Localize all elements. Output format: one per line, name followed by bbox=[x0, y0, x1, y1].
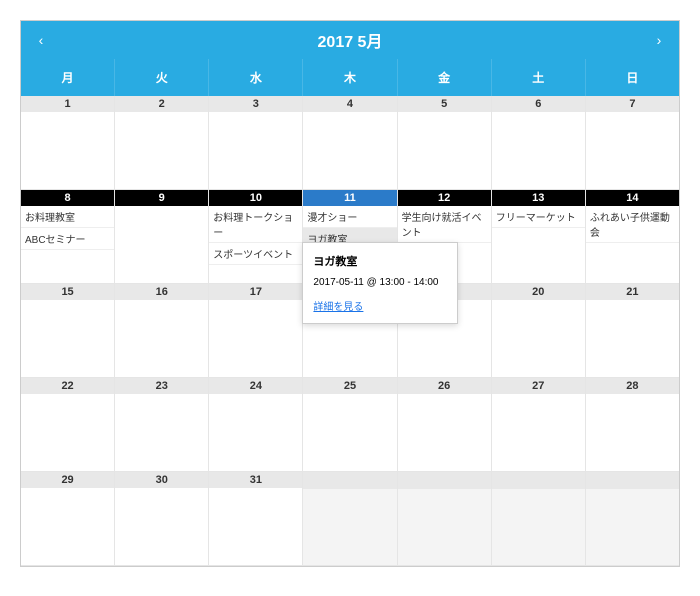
date-number: 15 bbox=[21, 284, 114, 300]
date-number: 29 bbox=[21, 472, 114, 488]
event-item[interactable]: スポーツイベント bbox=[209, 243, 302, 265]
date-number: 13 bbox=[492, 190, 585, 206]
date-number: 4 bbox=[303, 96, 396, 112]
weekday-wed: 水 bbox=[209, 59, 303, 96]
date-number: 6 bbox=[492, 96, 585, 112]
date-number: 30 bbox=[115, 472, 208, 488]
day-cell[interactable]: 31 bbox=[209, 472, 303, 566]
week-row: 22232425262728 bbox=[21, 378, 679, 472]
day-cell[interactable]: 2 bbox=[115, 96, 209, 190]
weekday-header: 月 火 水 木 金 土 日 bbox=[21, 59, 679, 96]
day-cell[interactable]: 17 bbox=[209, 284, 303, 378]
calendar-header: ‹ 2017 5月 › bbox=[21, 21, 679, 59]
day-cell[interactable]: 29 bbox=[21, 472, 115, 566]
weekday-sat: 土 bbox=[492, 59, 586, 96]
date-number: 1 bbox=[21, 96, 114, 112]
date-number: 11 bbox=[303, 190, 396, 206]
day-cell[interactable] bbox=[303, 472, 397, 566]
date-number: 9 bbox=[115, 190, 208, 206]
date-number: 16 bbox=[115, 284, 208, 300]
day-cell[interactable]: 4 bbox=[303, 96, 397, 190]
date-number: 14 bbox=[586, 190, 679, 206]
date-number: 20 bbox=[492, 284, 585, 300]
weekday-tue: 火 bbox=[115, 59, 209, 96]
date-number: 3 bbox=[209, 96, 302, 112]
day-cell[interactable]: 26 bbox=[398, 378, 492, 472]
day-cell[interactable]: 11漫才ショーヨガ教室ヨガ教室2017-05-11 @ 13:00 - 14:0… bbox=[303, 190, 397, 284]
tooltip-time: 2017-05-11 @ 13:00 - 14:00 bbox=[313, 277, 447, 288]
day-cell[interactable]: 23 bbox=[115, 378, 209, 472]
day-cell[interactable]: 27 bbox=[492, 378, 586, 472]
week-row: 1234567 bbox=[21, 96, 679, 190]
weekday-sun: 日 bbox=[586, 59, 679, 96]
date-number: 17 bbox=[209, 284, 302, 300]
day-cell[interactable]: 7 bbox=[586, 96, 679, 190]
prev-month-button[interactable]: ‹ bbox=[21, 32, 61, 48]
week-row: 293031 bbox=[21, 472, 679, 566]
date-number: 22 bbox=[21, 378, 114, 394]
day-cell[interactable]: 5 bbox=[398, 96, 492, 190]
day-cell[interactable] bbox=[398, 472, 492, 566]
date-number bbox=[398, 472, 491, 489]
event-item[interactable]: 漫才ショー bbox=[303, 206, 396, 228]
date-number bbox=[492, 472, 585, 489]
tooltip-title: ヨガ教室 bbox=[313, 253, 447, 269]
day-cell[interactable]: 24 bbox=[209, 378, 303, 472]
day-cell[interactable]: 15 bbox=[21, 284, 115, 378]
event-item[interactable]: お料理トークショー bbox=[209, 206, 302, 243]
tooltip-details-link[interactable]: 詳細を見る bbox=[313, 298, 447, 313]
day-cell[interactable]: 3 bbox=[209, 96, 303, 190]
event-tooltip: ヨガ教室 2017-05-11 @ 13:00 - 14:00 詳細を見る bbox=[302, 242, 458, 324]
date-number: 2 bbox=[115, 96, 208, 112]
day-cell[interactable]: 20 bbox=[492, 284, 586, 378]
day-cell[interactable]: 16 bbox=[115, 284, 209, 378]
date-number: 24 bbox=[209, 378, 302, 394]
date-number: 5 bbox=[398, 96, 491, 112]
date-number: 28 bbox=[586, 378, 679, 394]
next-month-button[interactable]: › bbox=[639, 32, 679, 48]
date-number: 31 bbox=[209, 472, 302, 488]
event-item[interactable]: ABCセミナー bbox=[21, 228, 114, 250]
event-item[interactable]: お料理教室 bbox=[21, 206, 114, 228]
day-cell[interactable]: 14ふれあい子供運動会 bbox=[586, 190, 679, 284]
date-number bbox=[303, 472, 396, 489]
weekday-fri: 金 bbox=[398, 59, 492, 96]
day-cell[interactable]: 22 bbox=[21, 378, 115, 472]
day-cell[interactable]: 10お料理トークショースポーツイベント bbox=[209, 190, 303, 284]
calendar: ‹ 2017 5月 › 月 火 水 木 金 土 日 12345678お料理教室A… bbox=[20, 20, 680, 567]
date-number bbox=[586, 472, 679, 489]
day-cell[interactable]: 9 bbox=[115, 190, 209, 284]
day-cell[interactable]: 28 bbox=[586, 378, 679, 472]
date-number: 23 bbox=[115, 378, 208, 394]
date-number: 26 bbox=[398, 378, 491, 394]
day-cell[interactable]: 1 bbox=[21, 96, 115, 190]
calendar-title: 2017 5月 bbox=[61, 28, 639, 52]
day-cell[interactable]: 30 bbox=[115, 472, 209, 566]
week-row: 8お料理教室ABCセミナー910お料理トークショースポーツイベント11漫才ショー… bbox=[21, 190, 679, 284]
weekday-thu: 木 bbox=[303, 59, 397, 96]
day-cell[interactable]: 8お料理教室ABCセミナー bbox=[21, 190, 115, 284]
date-number: 25 bbox=[303, 378, 396, 394]
day-cell[interactable] bbox=[586, 472, 679, 566]
calendar-grid: 12345678お料理教室ABCセミナー910お料理トークショースポーツイベント… bbox=[21, 96, 679, 566]
date-number: 12 bbox=[398, 190, 491, 206]
event-item[interactable]: ふれあい子供運動会 bbox=[586, 206, 679, 243]
weekday-mon: 月 bbox=[21, 59, 115, 96]
event-item[interactable]: フリーマーケット bbox=[492, 206, 585, 228]
day-cell[interactable]: 25 bbox=[303, 378, 397, 472]
day-cell[interactable]: 13フリーマーケット bbox=[492, 190, 586, 284]
date-number: 8 bbox=[21, 190, 114, 206]
day-cell[interactable]: 21 bbox=[586, 284, 679, 378]
event-item[interactable]: 学生向け就活イベント bbox=[398, 206, 491, 243]
date-number: 27 bbox=[492, 378, 585, 394]
date-number: 21 bbox=[586, 284, 679, 300]
day-cell[interactable] bbox=[492, 472, 586, 566]
day-cell[interactable]: 6 bbox=[492, 96, 586, 190]
date-number: 10 bbox=[209, 190, 302, 206]
date-number: 7 bbox=[586, 96, 679, 112]
